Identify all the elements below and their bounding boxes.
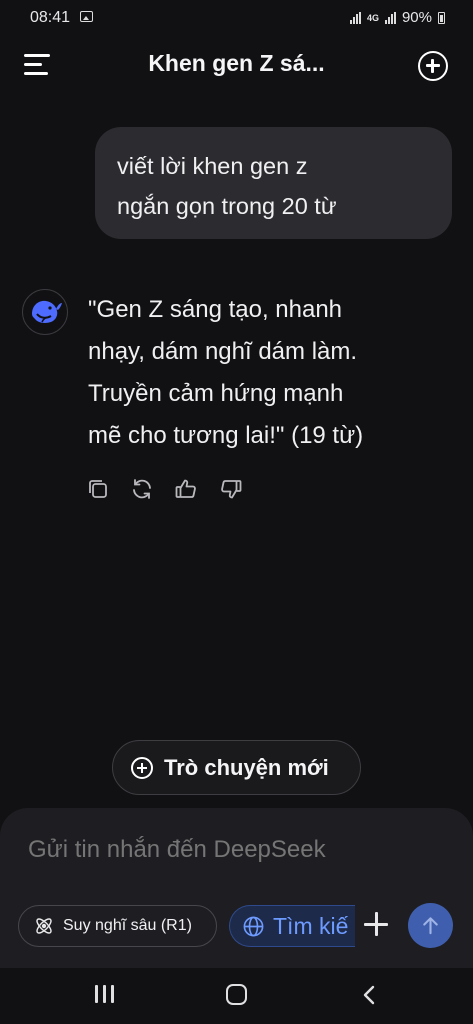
battery-icon [438, 11, 445, 24]
user-message: viết lời khen gen z ngắn gọn trong 20 từ [95, 127, 452, 239]
new-chat-icon[interactable] [418, 51, 448, 81]
arrow-up-icon [423, 917, 438, 935]
recent-apps-icon[interactable] [95, 985, 115, 1003]
deep-think-button[interactable]: Suy nghĩ sâu (R1) [18, 905, 217, 947]
globe-icon [243, 916, 264, 936]
assistant-message-line: Truyền cảm hứng mạnh [88, 380, 344, 407]
deepseek-whale-icon [22, 289, 68, 335]
gallery-icon [80, 11, 93, 22]
message-input[interactable] [28, 836, 438, 864]
battery-percent: 90% [401, 9, 432, 26]
thumbs-down-icon[interactable] [219, 477, 243, 501]
assistant-message-line: nhạy, dám nghĩ dám làm. [88, 338, 358, 365]
thumbs-up-icon[interactable] [174, 477, 198, 501]
assistant-message-line: mẽ cho tương lai!" (19 từ) [88, 422, 364, 449]
deep-think-label: Suy nghĩ sâu (R1) [63, 917, 192, 934]
user-message-line: ngắn gọn trong 20 từ [117, 193, 337, 219]
assistant-message-line: "Gen Z sáng tạo, nhanh [88, 296, 343, 323]
user-message-line: viết lời khen gen z [117, 153, 308, 179]
copy-icon[interactable] [86, 477, 110, 501]
cell-signal-icon [384, 11, 396, 24]
status-time: 08:41 [30, 9, 71, 26]
attach-plus-icon[interactable] [362, 910, 390, 938]
regenerate-icon[interactable] [130, 477, 154, 501]
status-bar: 08:41 4G 90% [0, 0, 473, 36]
menu-icon[interactable] [24, 54, 52, 76]
assistant-message: "Gen Z sáng tạo, nhanh nhạy, dám nghĩ dá… [88, 289, 458, 457]
status-icons: 4G 90% [349, 9, 445, 26]
network-type: 4G [366, 12, 379, 23]
web-search-label: Tìm kiế [273, 912, 349, 939]
web-search-button[interactable]: Tìm kiế [229, 905, 355, 947]
new-conversation-label: Trò chuyện mới [164, 754, 329, 780]
wifi-signal-icon [349, 11, 361, 24]
atom-icon [36, 918, 52, 934]
plus-circle-icon [131, 756, 153, 779]
home-icon[interactable] [226, 984, 247, 1005]
send-button[interactable] [408, 903, 453, 948]
page-title: Khen gen Z sá... [148, 50, 325, 76]
back-icon[interactable] [360, 985, 378, 1005]
new-conversation-button[interactable]: Trò chuyện mới [112, 740, 361, 795]
